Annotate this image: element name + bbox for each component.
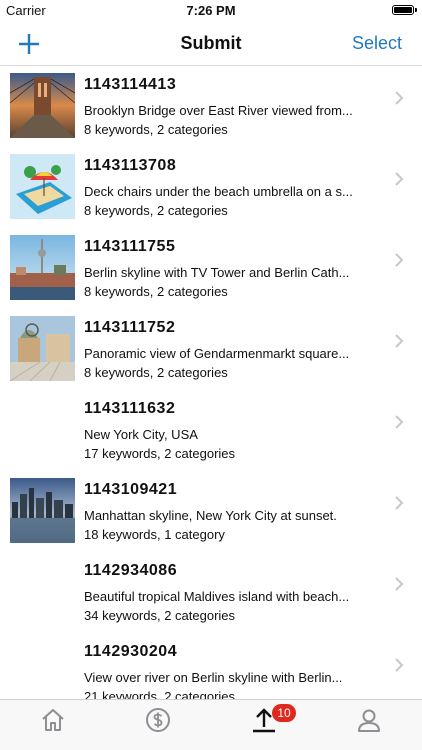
chevron-right-icon — [395, 577, 404, 591]
item-description: Manhattan skyline, New York City at suns… — [84, 508, 337, 523]
chevron-right-icon — [395, 334, 404, 348]
item-id: 1143111752 — [84, 319, 176, 336]
chevron-right-icon — [395, 253, 404, 267]
list-item[interactable]: 1143114413 Brooklyn Bridge over East Riv… — [0, 66, 422, 147]
add-button[interactable] — [14, 29, 44, 59]
chevron-right-icon — [395, 91, 404, 105]
list-item[interactable]: 1143109421 Manhattan skyline, New York C… — [0, 471, 422, 552]
item-meta: 34 keywords, 2 categories — [84, 608, 236, 623]
item-description: New York City, USA — [84, 427, 198, 442]
item-description: Brooklyn Bridge over East River viewed f… — [84, 103, 353, 118]
item-description: Panoramic view of Gendarmenmarkt square.… — [84, 346, 350, 361]
select-button[interactable]: Select — [352, 33, 402, 54]
tab-earnings[interactable] — [138, 706, 178, 746]
item-description: Deck chairs under the beach umbrella on … — [84, 184, 353, 199]
battery-icon — [392, 5, 417, 15]
list-item[interactable]: 1142930204 View over river on Berlin sky… — [0, 633, 422, 699]
item-description: Beautiful tropical Maldives island with … — [84, 589, 350, 604]
item-meta: 21 keywords, 2 categories — [84, 689, 236, 699]
status-bar: Carrier 7:26 PM — [0, 0, 422, 22]
chevron-right-icon — [395, 496, 404, 510]
tab-profile[interactable] — [349, 706, 389, 746]
list-item[interactable]: 1142934086 Beautiful tropical Maldives i… — [0, 552, 422, 633]
submission-list: 1143114413 Brooklyn Bridge over East Riv… — [0, 66, 422, 699]
thumbnail-image — [10, 316, 75, 381]
tab-home[interactable] — [33, 706, 73, 746]
dollar-icon — [146, 708, 170, 732]
item-id: 1143111755 — [84, 238, 176, 255]
item-id: 1143111632 — [84, 400, 176, 417]
item-meta: 8 keywords, 2 categories — [84, 365, 228, 380]
item-id: 1143109421 — [84, 481, 178, 498]
list-item[interactable]: 1143111755 Berlin skyline with TV Tower … — [0, 228, 422, 309]
notification-badge: 10 — [272, 704, 296, 722]
tab-bar: 10 — [0, 699, 422, 750]
navigation-bar: Submit Select — [0, 22, 422, 66]
item-id: 1142934086 — [84, 562, 178, 579]
item-id: 1143114413 — [84, 76, 177, 93]
item-description: View over river on Berlin skyline with B… — [84, 670, 343, 685]
item-meta: 17 keywords, 2 categories — [84, 446, 236, 461]
chevron-right-icon — [395, 415, 404, 429]
item-meta: 8 keywords, 2 categories — [84, 122, 228, 137]
list-item[interactable]: 1143111752 Panoramic view of Gendarmenma… — [0, 309, 422, 390]
list-item[interactable]: 1143113708 Deck chairs under the beach u… — [0, 147, 422, 228]
item-id: 1142930204 — [84, 643, 178, 660]
list-item[interactable]: 1143111632 New York City, USA 17 keyword… — [0, 390, 422, 471]
thumbnail-image — [10, 478, 75, 543]
plus-icon — [19, 34, 39, 54]
item-meta: 8 keywords, 2 categories — [84, 284, 228, 299]
chevron-right-icon — [395, 658, 404, 672]
profile-icon — [358, 709, 380, 732]
chevron-right-icon — [395, 172, 404, 186]
item-description: Berlin skyline with TV Tower and Berlin … — [84, 265, 350, 280]
thumbnail-image — [10, 235, 75, 300]
item-meta: 18 keywords, 1 category — [84, 527, 225, 542]
clock: 7:26 PM — [186, 3, 236, 18]
item-id: 1143113708 — [84, 157, 177, 174]
thumbnail-image — [10, 154, 75, 219]
item-meta: 8 keywords, 2 categories — [84, 203, 228, 218]
thumbnail-image — [10, 73, 75, 138]
home-icon — [42, 709, 64, 731]
